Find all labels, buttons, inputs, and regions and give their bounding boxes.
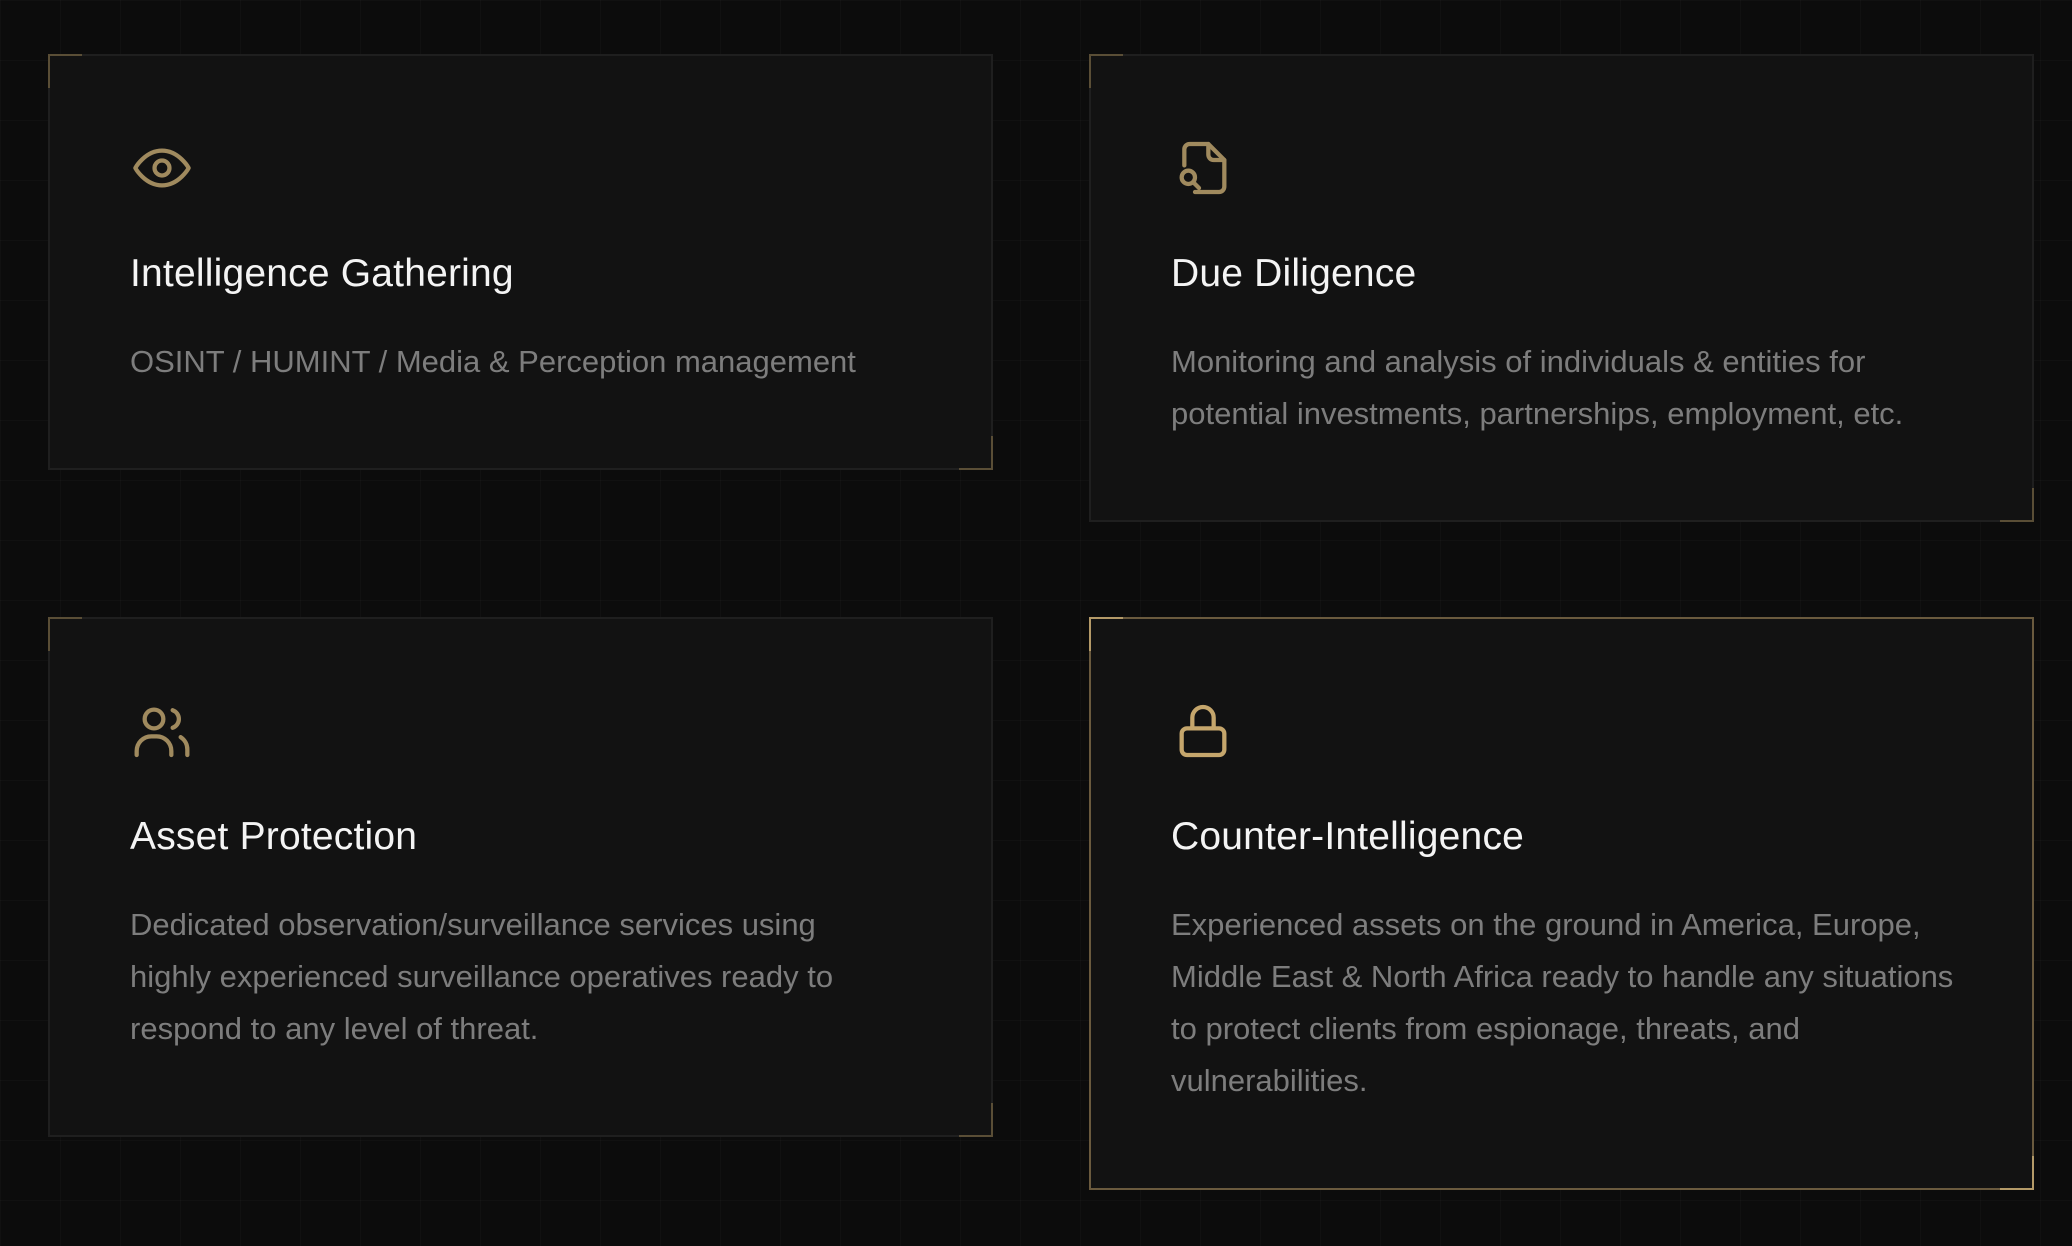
- service-card-asset-protection[interactable]: Asset Protection Dedicated observation/s…: [48, 617, 993, 1137]
- corner-accent-bottom-right: [959, 1103, 993, 1137]
- eye-icon: [130, 136, 194, 200]
- service-title: Counter-Intelligence: [1171, 815, 1525, 858]
- corner-accent-bottom-right: [2000, 488, 2034, 522]
- corner-accent-bottom-right: [2000, 1156, 2034, 1190]
- service-description: Dedicated observation/surveillance servi…: [130, 907, 834, 1046]
- service-title: Due Diligence: [1171, 252, 1417, 295]
- service-card-due-diligence[interactable]: Due Diligence Monitoring and analysis of…: [1089, 54, 2034, 522]
- corner-accent-top-left: [1089, 617, 1123, 651]
- corner-accent-bottom-right: [959, 436, 993, 470]
- service-title: Intelligence Gathering: [130, 252, 514, 295]
- lock-icon: [1171, 699, 1235, 763]
- corner-accent-top-left: [48, 617, 82, 651]
- service-description: OSINT / HUMINT / Media & Perception mana…: [130, 344, 856, 379]
- service-card-counter-intelligence[interactable]: Counter-Intelligence Experienced assets …: [1089, 617, 2034, 1190]
- service-description: Monitoring and analysis of individuals &…: [1171, 344, 1904, 431]
- corner-accent-top-left: [48, 54, 82, 88]
- service-title: Asset Protection: [130, 815, 418, 858]
- service-card-intelligence-gathering[interactable]: Intelligence Gathering OSINT / HUMINT / …: [48, 54, 993, 470]
- file-search-icon: [1171, 136, 1235, 200]
- users-icon: [130, 699, 194, 763]
- service-description: Experienced assets on the ground in Amer…: [1171, 907, 1954, 1098]
- corner-accent-top-left: [1089, 54, 1123, 88]
- services-grid: Intelligence Gathering OSINT / HUMINT / …: [0, 0, 2072, 1246]
